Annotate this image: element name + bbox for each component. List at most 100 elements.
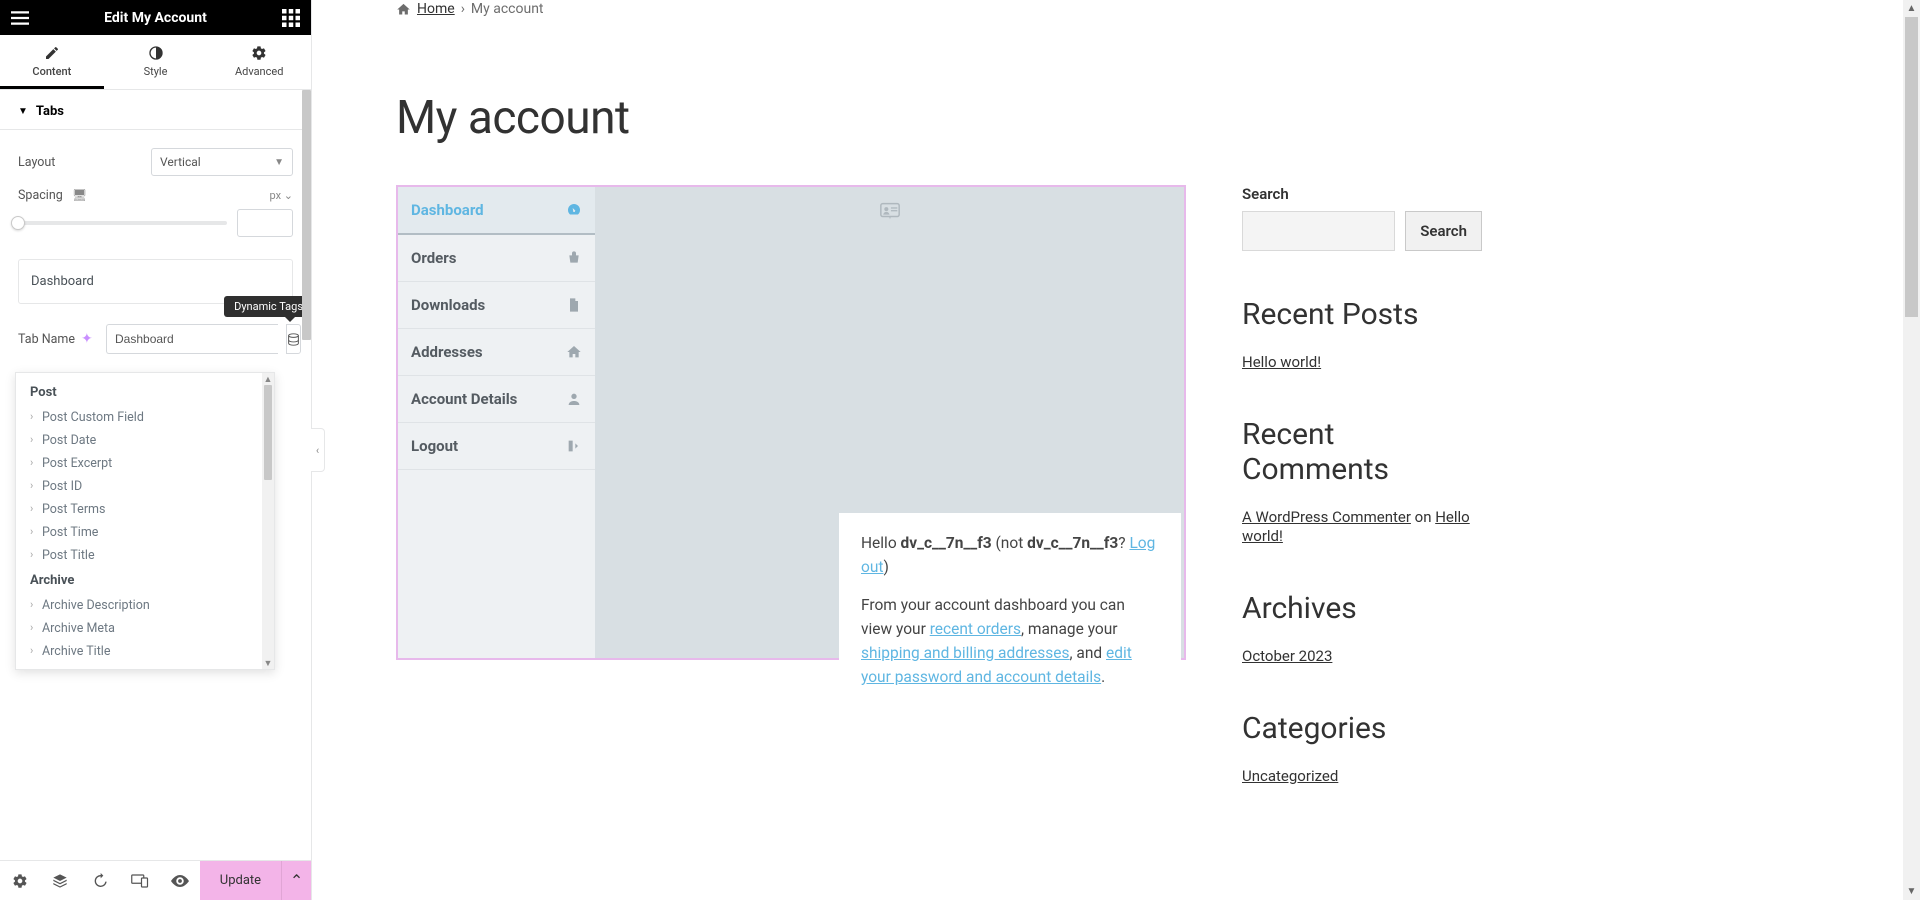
- panel-collapse-handle[interactable]: ‹: [311, 428, 325, 472]
- footer-history-button[interactable]: [80, 861, 120, 900]
- scroll-down-icon[interactable]: ▼: [262, 657, 274, 669]
- search-button[interactable]: Search: [1405, 211, 1482, 251]
- comment-on-text: on: [1411, 508, 1435, 526]
- elements-grid-button[interactable]: [277, 4, 305, 32]
- footer-settings-button[interactable]: [0, 861, 40, 900]
- nav-label: Account Details: [411, 390, 517, 408]
- archive-link[interactable]: October 2023: [1242, 647, 1332, 665]
- dynamic-tags-button[interactable]: [286, 324, 301, 354]
- logout-icon: [566, 438, 582, 454]
- scroll-up-icon[interactable]: ▲: [1903, 0, 1920, 17]
- spacing-slider[interactable]: [18, 221, 227, 225]
- tab-name-input[interactable]: [106, 324, 278, 354]
- dd-item[interactable]: Post Title: [16, 544, 262, 567]
- spacing-value-input[interactable]: [237, 209, 293, 237]
- control-layout-label: Layout: [18, 155, 151, 170]
- scroll-thumb[interactable]: [1905, 17, 1918, 317]
- basket-icon: [566, 250, 582, 266]
- username: dv_c__7n__f3: [901, 534, 992, 552]
- dropdown-scrollbar[interactable]: ▲ ▼: [262, 373, 274, 669]
- tab-content-label: Content: [32, 65, 71, 78]
- account-nav-logout[interactable]: Logout: [398, 423, 595, 470]
- account-nav-addresses[interactable]: Addresses: [398, 329, 595, 376]
- caret-down-icon: ▼: [18, 106, 28, 117]
- section-toggle-tabs[interactable]: ▼ Tabs: [0, 98, 311, 130]
- footer-navigator-button[interactable]: [40, 861, 80, 900]
- nav-label: Addresses: [411, 343, 483, 361]
- footer-preview-button[interactable]: [160, 861, 200, 900]
- breadcrumb-sep: ›: [461, 1, 465, 17]
- dd-item[interactable]: Post Time: [16, 521, 262, 544]
- comment-author-link[interactable]: A WordPress Commenter: [1242, 508, 1411, 526]
- dd-item[interactable]: Archive Description: [16, 594, 262, 617]
- editor-header: Edit My Account: [0, 0, 311, 35]
- home-icon: [566, 344, 582, 360]
- home-icon: [396, 2, 411, 17]
- gauge-icon: [566, 202, 582, 218]
- recent-comments-block: Recent Comments A WordPress Commenter on…: [1242, 417, 1482, 545]
- categories-heading: Categories: [1242, 711, 1482, 746]
- dynamic-tags-tooltip: Dynamic Tags: [224, 296, 311, 317]
- dd-item[interactable]: Post Date: [16, 429, 262, 452]
- update-button[interactable]: Update: [200, 861, 281, 900]
- page-scrollbar[interactable]: ▲ ▼: [1903, 0, 1920, 900]
- editor-title: Edit My Account: [34, 10, 277, 26]
- hamburger-menu[interactable]: [6, 4, 34, 32]
- panel-scrollbar[interactable]: [302, 90, 311, 860]
- responsive-device-icon[interactable]: 🖥: [72, 188, 87, 202]
- chevron-down-icon: ▼: [274, 157, 284, 168]
- account-nav-orders[interactable]: Orders: [398, 235, 595, 282]
- scroll-up-icon[interactable]: ▲: [262, 373, 274, 385]
- editor-controls-section: ▼ Tabs Layout Vertical ▼ Spacing 🖥 px ⌄: [0, 90, 311, 860]
- scroll-down-icon[interactable]: ▼: [1903, 883, 1920, 900]
- account-nav-downloads[interactable]: Downloads: [398, 282, 595, 329]
- repeater-item-label: Dashboard: [31, 274, 94, 289]
- recent-orders-link[interactable]: recent orders: [930, 620, 1021, 638]
- ai-sparkle-icon[interactable]: ✦: [81, 331, 93, 347]
- not-post: ?: [1118, 534, 1129, 552]
- footer-responsive-button[interactable]: [120, 861, 160, 900]
- layout-select-value: Vertical: [160, 155, 201, 169]
- my-account-widget[interactable]: Dashboard Orders Downloads Addresses: [396, 185, 1186, 660]
- nav-label: Dashboard: [411, 201, 484, 219]
- dd-item[interactable]: Post ID: [16, 475, 262, 498]
- update-button-label: Update: [220, 873, 261, 888]
- search-input[interactable]: [1242, 211, 1395, 251]
- account-nav-dashboard[interactable]: Dashboard: [398, 187, 595, 235]
- p2c: , and: [1070, 644, 1106, 662]
- recent-posts-block: Recent Posts Hello world!: [1242, 297, 1482, 371]
- addresses-link[interactable]: shipping and billing addresses: [861, 644, 1070, 662]
- scroll-thumb[interactable]: [264, 385, 272, 480]
- nav-label: Logout: [411, 437, 458, 455]
- slider-thumb[interactable]: [11, 216, 25, 230]
- nav-label: Orders: [411, 249, 456, 267]
- tab-style[interactable]: Style: [104, 35, 208, 89]
- dd-item[interactable]: Archive Meta: [16, 617, 262, 640]
- recent-comments-heading: Recent Comments: [1242, 417, 1482, 487]
- recent-posts-heading: Recent Posts: [1242, 297, 1482, 332]
- categories-block: Categories Uncategorized: [1242, 711, 1482, 785]
- layout-select[interactable]: Vertical ▼: [151, 148, 293, 176]
- section-title: Tabs: [36, 104, 64, 119]
- preview-canvas: Home › My account My account Dashboard O…: [312, 0, 1920, 900]
- dd-item[interactable]: Post Terms: [16, 498, 262, 521]
- dd-item[interactable]: Archive Title: [16, 640, 262, 663]
- page-sidebar: Search Search Recent Posts Hello world! …: [1242, 185, 1482, 831]
- panel-scroll-thumb[interactable]: [302, 90, 311, 340]
- unit-select[interactable]: px ⌄: [269, 189, 293, 202]
- category-link[interactable]: Uncategorized: [1242, 767, 1338, 785]
- update-options-button[interactable]: ⌃: [281, 861, 311, 900]
- recent-post-link[interactable]: Hello world!: [1242, 353, 1321, 371]
- breadcrumb-current: My account: [471, 1, 544, 17]
- tab-name-label: Tab Name: [18, 332, 75, 347]
- tab-content[interactable]: Content: [0, 35, 104, 89]
- p2b: , manage your: [1021, 620, 1118, 638]
- breadcrumb-home[interactable]: Home: [417, 1, 455, 17]
- field-tab-name: Dynamic Tags Tab Name ✦: [0, 314, 311, 354]
- tab-advanced[interactable]: Advanced: [207, 35, 311, 89]
- account-nav: Dashboard Orders Downloads Addresses: [398, 187, 595, 658]
- not-pre: (not: [992, 534, 1027, 552]
- dd-item[interactable]: Post Custom Field: [16, 406, 262, 429]
- account-nav-details[interactable]: Account Details: [398, 376, 595, 423]
- dd-item[interactable]: Post Excerpt: [16, 452, 262, 475]
